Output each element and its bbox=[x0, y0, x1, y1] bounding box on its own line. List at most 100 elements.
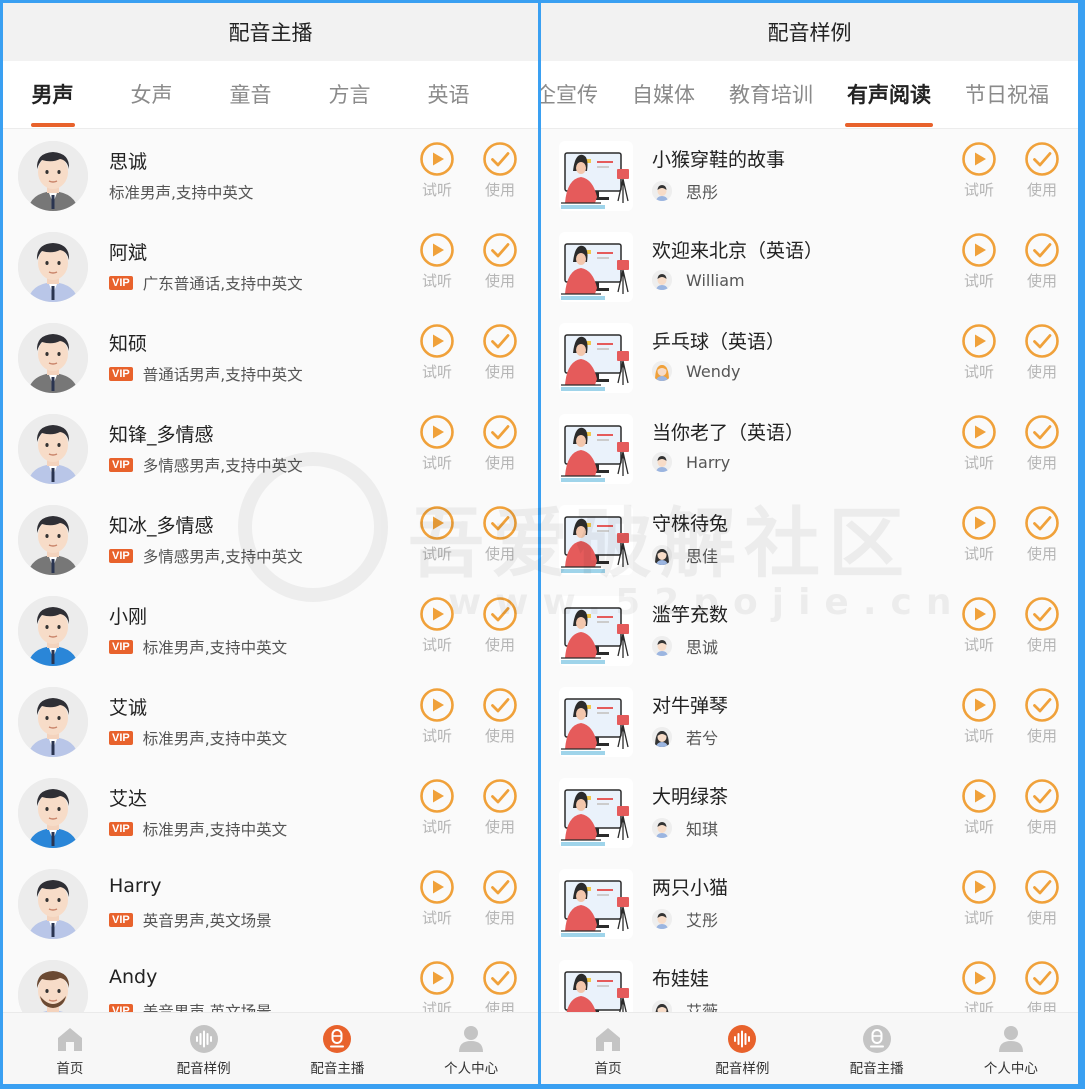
preview-label: 试听 bbox=[963, 1000, 994, 1012]
tab-1[interactable]: 女声 bbox=[102, 61, 201, 128]
nav-microphone[interactable]: 配音主播 bbox=[810, 1013, 944, 1084]
use-label: 使用 bbox=[484, 1000, 515, 1012]
preview-button[interactable]: 试听 bbox=[959, 232, 999, 291]
anchor-row[interactable]: Harry VIP 英音男声,英文场景 试听 使用 bbox=[3, 857, 538, 948]
preview-button[interactable]: 试听 bbox=[417, 414, 457, 473]
nav-home[interactable]: 首页 bbox=[541, 1013, 675, 1084]
nav-sound-wave[interactable]: 配音样例 bbox=[137, 1013, 271, 1084]
use-button[interactable]: 使用 bbox=[1022, 232, 1062, 291]
use-button[interactable]: 使用 bbox=[480, 778, 520, 837]
sample-row[interactable]: 欢迎来北京（英语） William 试听 使用 bbox=[541, 220, 1078, 311]
use-button[interactable]: 使用 bbox=[480, 414, 520, 473]
sample-row[interactable]: 大明绿茶 知琪 试听 使用 bbox=[541, 766, 1078, 857]
anchor-row[interactable]: 艾诚 VIP 标准男声,支持中英文 试听 使用 bbox=[3, 675, 538, 766]
use-label: 使用 bbox=[1026, 272, 1057, 290]
sample-row[interactable]: 乒乓球（英语） Wendy 试听 使用 bbox=[541, 311, 1078, 402]
sample-row[interactable]: 当你老了（英语） Harry 试听 使用 bbox=[541, 402, 1078, 493]
use-button[interactable]: 使用 bbox=[480, 505, 520, 564]
nav-microphone[interactable]: 配音主播 bbox=[271, 1013, 405, 1084]
sample-title: 当你老了（英语） bbox=[652, 422, 805, 444]
anchor-row[interactable]: 知冰_多情感 VIP 多情感男声,支持中英文 试听 使用 bbox=[3, 493, 538, 584]
anchor-row[interactable]: 思诚 标准男声,支持中英文 试听 使用 bbox=[3, 129, 538, 220]
avatar bbox=[18, 505, 88, 575]
preview-button[interactable]: 试听 bbox=[959, 869, 999, 928]
preview-button[interactable]: 试听 bbox=[417, 596, 457, 655]
tab-4[interactable]: 节日祝福 bbox=[948, 61, 1066, 128]
use-button[interactable]: 使用 bbox=[480, 960, 520, 1012]
tab-4[interactable]: 英语 bbox=[399, 61, 498, 128]
use-button[interactable]: 使用 bbox=[1022, 505, 1062, 564]
anchor-row[interactable]: Andy VIP 美音男声,英文场景 试听 使用 bbox=[3, 948, 538, 1012]
tab-2[interactable]: 童音 bbox=[201, 61, 300, 128]
preview-button[interactable]: 试听 bbox=[959, 960, 999, 1012]
voice-avatar bbox=[652, 545, 672, 565]
preview-button[interactable]: 试听 bbox=[959, 505, 999, 564]
voice-name: Wendy bbox=[686, 361, 741, 381]
tab-3[interactable]: 方言 bbox=[300, 61, 399, 128]
tab-0[interactable]: 企宣传 bbox=[541, 61, 615, 128]
preview-label: 试听 bbox=[421, 818, 452, 836]
nav-person[interactable]: 个人中心 bbox=[404, 1013, 538, 1084]
nav-person[interactable]: 个人中心 bbox=[944, 1013, 1078, 1084]
tab-0[interactable]: 男声 bbox=[3, 61, 102, 128]
preview-button[interactable]: 试听 bbox=[959, 778, 999, 837]
sample-row[interactable]: 守株待兔 思佳 试听 使用 bbox=[541, 493, 1078, 584]
sample-list: 小猴穿鞋的故事 思彤 试听 使用 欢迎来北京（英语） William 试听 使用 乒乓球（英语）… bbox=[541, 129, 1078, 1012]
sample-row[interactable]: 小猴穿鞋的故事 思彤 试听 使用 bbox=[541, 129, 1078, 220]
voice-avatar bbox=[652, 452, 672, 472]
preview-button[interactable]: 试听 bbox=[417, 778, 457, 837]
preview-button[interactable]: 试听 bbox=[959, 414, 999, 473]
preview-button[interactable]: 试听 bbox=[417, 687, 457, 746]
preview-button[interactable]: 试听 bbox=[417, 232, 457, 291]
voice-avatar bbox=[652, 818, 672, 838]
preview-button[interactable]: 试听 bbox=[417, 869, 457, 928]
preview-button[interactable]: 试听 bbox=[959, 596, 999, 655]
anchor-desc-line: VIP 普通话男声,支持中英文 bbox=[109, 363, 303, 385]
preview-button[interactable]: 试听 bbox=[959, 323, 999, 382]
preview-label: 试听 bbox=[421, 272, 452, 290]
use-button[interactable]: 使用 bbox=[1022, 960, 1062, 1012]
use-button[interactable]: 使用 bbox=[1022, 687, 1062, 746]
sample-row[interactable]: 两只小猫 艾彤 试听 使用 bbox=[541, 857, 1078, 948]
anchor-row[interactable]: 小刚 VIP 标准男声,支持中英文 试听 使用 bbox=[3, 584, 538, 675]
use-button[interactable]: 使用 bbox=[480, 141, 520, 200]
sample-row[interactable]: 对牛弹琴 若兮 试听 使用 bbox=[541, 675, 1078, 766]
use-button[interactable]: 使用 bbox=[1022, 596, 1062, 655]
tab-5[interactable]: 多 bbox=[498, 61, 538, 128]
voice-avatar bbox=[652, 1000, 672, 1012]
nav-sound-wave[interactable]: 配音样例 bbox=[675, 1013, 809, 1084]
vip-badge: VIP bbox=[109, 1004, 133, 1012]
use-button[interactable]: 使用 bbox=[480, 232, 520, 291]
use-button[interactable]: 使用 bbox=[480, 323, 520, 382]
use-button[interactable]: 使用 bbox=[1022, 869, 1062, 928]
preview-button[interactable]: 试听 bbox=[417, 141, 457, 200]
use-button[interactable]: 使用 bbox=[1022, 778, 1062, 837]
anchor-row[interactable]: 阿斌 VIP 广东普通话,支持中英文 试听 使用 bbox=[3, 220, 538, 311]
preview-button[interactable]: 试听 bbox=[417, 323, 457, 382]
preview-button[interactable]: 试听 bbox=[959, 687, 999, 746]
preview-button[interactable]: 试听 bbox=[959, 141, 999, 200]
anchor-row[interactable]: 知锋_多情感 VIP 多情感男声,支持中英文 试听 使用 bbox=[3, 402, 538, 493]
sample-title: 对牛弹琴 bbox=[652, 695, 729, 717]
anchor-row[interactable]: 知硕 VIP 普通话男声,支持中英文 试听 使用 bbox=[3, 311, 538, 402]
anchor-desc-line: VIP 多情感男声,支持中英文 bbox=[109, 545, 303, 567]
preview-button[interactable]: 试听 bbox=[417, 505, 457, 564]
anchor-row[interactable]: 艾达 VIP 标准男声,支持中英文 试听 使用 bbox=[3, 766, 538, 857]
tab-1[interactable]: 自媒体 bbox=[615, 61, 712, 128]
use-button[interactable]: 使用 bbox=[480, 687, 520, 746]
use-button[interactable]: 使用 bbox=[480, 869, 520, 928]
sample-row[interactable]: 布娃娃 艾薇 试听 使用 bbox=[541, 948, 1078, 1012]
sample-voice: 艾彤 bbox=[652, 907, 718, 931]
use-button[interactable]: 使用 bbox=[1022, 323, 1062, 382]
tab-2[interactable]: 教育培训 bbox=[712, 61, 830, 128]
use-button[interactable]: 使用 bbox=[480, 596, 520, 655]
preview-button[interactable]: 试听 bbox=[417, 960, 457, 1012]
preview-label: 试听 bbox=[421, 363, 452, 381]
anchor-desc-line: VIP 多情感男声,支持中英文 bbox=[109, 454, 303, 476]
sample-row[interactable]: 滥竽充数 思诚 试听 使用 bbox=[541, 584, 1078, 675]
nav-home[interactable]: 首页 bbox=[3, 1013, 137, 1084]
tab-3[interactable]: 有声阅读 bbox=[830, 61, 948, 128]
use-button[interactable]: 使用 bbox=[1022, 414, 1062, 473]
use-button[interactable]: 使用 bbox=[1022, 141, 1062, 200]
anchor-desc: 多情感男声,支持中英文 bbox=[142, 548, 303, 566]
